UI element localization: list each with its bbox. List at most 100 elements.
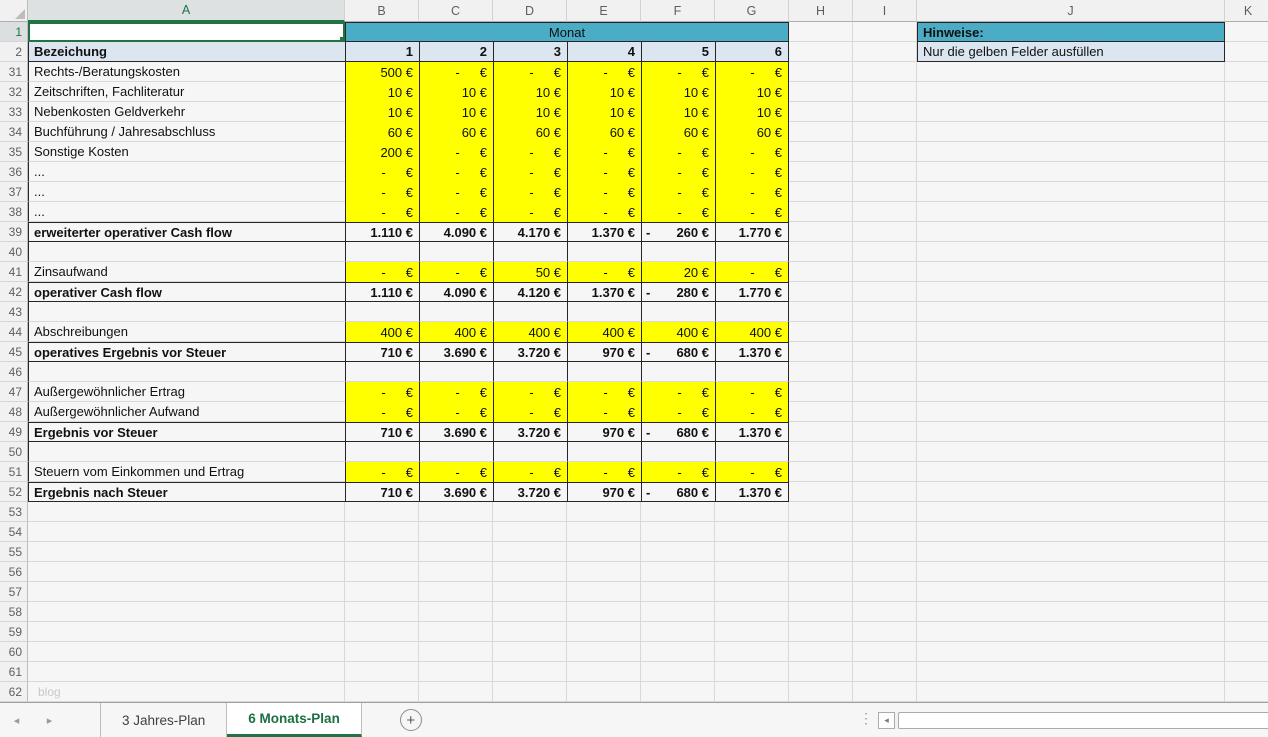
cell-C43[interactable] (419, 302, 493, 322)
cell-F31[interactable]: -€ (641, 62, 715, 82)
cell-H2[interactable] (789, 42, 853, 62)
cell-E59[interactable] (567, 622, 641, 642)
cell-G53[interactable] (715, 502, 789, 522)
row-header-56[interactable]: 56 (0, 562, 28, 582)
cell-A56[interactable] (28, 562, 345, 582)
cell-J31[interactable] (917, 62, 1225, 82)
cell-D33[interactable]: 10 € (493, 102, 567, 122)
cell-D47[interactable]: -€ (493, 382, 567, 402)
cell-F55[interactable] (641, 542, 715, 562)
cell-G34[interactable]: 60 € (715, 122, 789, 142)
cell-E39[interactable]: 1.370 € (567, 222, 641, 242)
cell-C33[interactable]: 10 € (419, 102, 493, 122)
cell-D37[interactable]: -€ (493, 182, 567, 202)
cell-B36[interactable]: -€ (345, 162, 419, 182)
cell-E32[interactable]: 10 € (567, 82, 641, 102)
cell-D39[interactable]: 4.170 € (493, 222, 567, 242)
cell-H37[interactable] (789, 182, 853, 202)
cell-K58[interactable] (1225, 602, 1268, 622)
cell-K62[interactable] (1225, 682, 1268, 702)
cell-A35[interactable]: Sonstige Kosten (28, 142, 345, 162)
cell-J33[interactable] (917, 102, 1225, 122)
cell-K31[interactable] (1225, 62, 1268, 82)
cell-I53[interactable] (853, 502, 917, 522)
cell-B45[interactable]: 710 € (345, 342, 419, 362)
cell-F38[interactable]: -€ (641, 202, 715, 222)
cell-A36[interactable]: ... (28, 162, 345, 182)
cell-J41[interactable] (917, 262, 1225, 282)
cell-A55[interactable] (28, 542, 345, 562)
cell-C38[interactable]: -€ (419, 202, 493, 222)
cell-H43[interactable] (789, 302, 853, 322)
cell-I62[interactable] (853, 682, 917, 702)
cell-B33[interactable]: 10 € (345, 102, 419, 122)
cell-H56[interactable] (789, 562, 853, 582)
cell-E48[interactable]: -€ (567, 402, 641, 422)
cell-I39[interactable] (853, 222, 917, 242)
cell-G39[interactable]: 1.770 € (715, 222, 789, 242)
cell-E49[interactable]: 970 € (567, 422, 641, 442)
cell-E46[interactable] (567, 362, 641, 382)
cell-D35[interactable]: -€ (493, 142, 567, 162)
cell-K42[interactable] (1225, 282, 1268, 302)
cell-K61[interactable] (1225, 662, 1268, 682)
cell-C45[interactable]: 3.690 € (419, 342, 493, 362)
cell-E57[interactable] (567, 582, 641, 602)
cell-E51[interactable]: -€ (567, 462, 641, 482)
row-header-36[interactable]: 36 (0, 162, 28, 182)
cell-I54[interactable] (853, 522, 917, 542)
cell-C52[interactable]: 3.690 € (419, 482, 493, 502)
cell-J58[interactable] (917, 602, 1225, 622)
add-sheet-button[interactable]: + (400, 709, 422, 731)
cell-H60[interactable] (789, 642, 853, 662)
cell-H57[interactable] (789, 582, 853, 602)
cell-K44[interactable] (1225, 322, 1268, 342)
cell-G45[interactable]: 1.370 € (715, 342, 789, 362)
cell-G41[interactable]: -€ (715, 262, 789, 282)
cell-K57[interactable] (1225, 582, 1268, 602)
cell-C32[interactable]: 10 € (419, 82, 493, 102)
cell-I41[interactable] (853, 262, 917, 282)
cell-I43[interactable] (853, 302, 917, 322)
row-header-34[interactable]: 34 (0, 122, 28, 142)
cell-J62[interactable] (917, 682, 1225, 702)
cell-G47[interactable]: -€ (715, 382, 789, 402)
tab-splitter-handle[interactable]: ⋮ (859, 710, 873, 727)
cell-E35[interactable]: -€ (567, 142, 641, 162)
cell-C36[interactable]: -€ (419, 162, 493, 182)
cell-K55[interactable] (1225, 542, 1268, 562)
cell-D45[interactable]: 3.720 € (493, 342, 567, 362)
cell-H55[interactable] (789, 542, 853, 562)
cell-D61[interactable] (493, 662, 567, 682)
cell-H59[interactable] (789, 622, 853, 642)
cell-I50[interactable] (853, 442, 917, 462)
cell-A32[interactable]: Zeitschriften, Fachliteratur (28, 82, 345, 102)
cell-E36[interactable]: -€ (567, 162, 641, 182)
cell-D46[interactable] (493, 362, 567, 382)
cell-I59[interactable] (853, 622, 917, 642)
cell-B60[interactable] (345, 642, 419, 662)
cell-B32[interactable]: 10 € (345, 82, 419, 102)
cell-B43[interactable] (345, 302, 419, 322)
cell-D41[interactable]: 50 € (493, 262, 567, 282)
cell-D55[interactable] (493, 542, 567, 562)
cell-J2-hinweise-text[interactable]: Nur die gelben Felder ausfüllen (917, 42, 1225, 62)
selection-fill-handle[interactable] (339, 36, 345, 42)
cell-A48[interactable]: Außergewöhnlicher Aufwand (28, 402, 345, 422)
cell-J52[interactable] (917, 482, 1225, 502)
row-header-37[interactable]: 37 (0, 182, 28, 202)
cell-J44[interactable] (917, 322, 1225, 342)
cell-K36[interactable] (1225, 162, 1268, 182)
cell-J34[interactable] (917, 122, 1225, 142)
cell-D50[interactable] (493, 442, 567, 462)
row-header-40[interactable]: 40 (0, 242, 28, 262)
cell-J53[interactable] (917, 502, 1225, 522)
cell-C56[interactable] (419, 562, 493, 582)
cell-B49[interactable]: 710 € (345, 422, 419, 442)
row-header-54[interactable]: 54 (0, 522, 28, 542)
cell-H46[interactable] (789, 362, 853, 382)
cell-B55[interactable] (345, 542, 419, 562)
cell-I2[interactable] (853, 42, 917, 62)
cell-C49[interactable]: 3.690 € (419, 422, 493, 442)
cell-E50[interactable] (567, 442, 641, 462)
